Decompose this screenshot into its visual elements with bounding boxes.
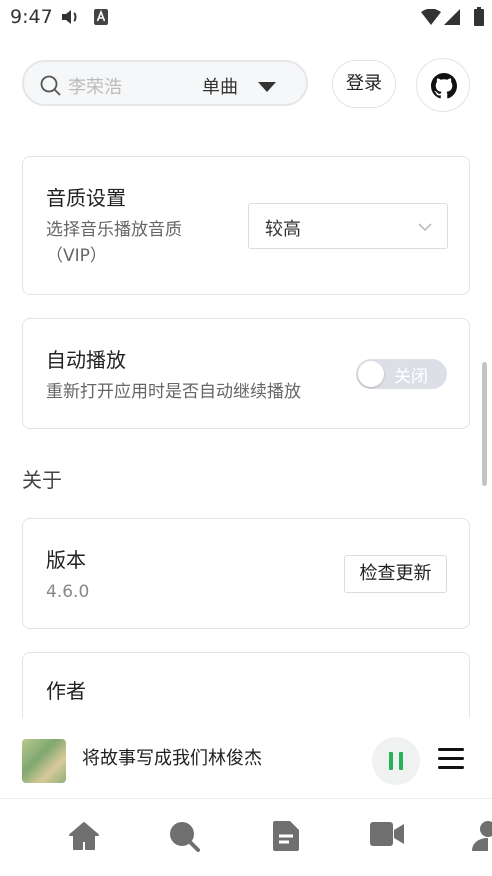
autoplay-title: 自动播放: [46, 348, 126, 372]
version-value: 4.6.0: [46, 582, 90, 602]
quality-description: 选择音乐播放音质（VIP）: [46, 220, 182, 266]
tab-home[interactable]: [68, 820, 100, 856]
pause-button[interactable]: [372, 737, 420, 785]
signal-icon: [444, 9, 460, 29]
home-icon: [69, 822, 99, 850]
playlist-button[interactable]: [438, 748, 464, 770]
search-placeholder: 李荣浩: [68, 77, 122, 98]
github-icon: [431, 73, 457, 99]
author-title: 作者: [46, 679, 86, 703]
autoplay-description: 重新打开应用时是否自动继续播放: [46, 382, 301, 402]
search-type-select[interactable]: 单曲: [202, 73, 238, 99]
keyboard-icon: [94, 9, 108, 29]
tab-search[interactable]: [168, 820, 200, 856]
pause-icon: [389, 752, 393, 770]
tab-profile[interactable]: [472, 820, 492, 856]
check-update-button[interactable]: 检查更新: [344, 555, 447, 593]
quality-select[interactable]: 较高: [248, 203, 448, 249]
about-section-label: 关于: [22, 468, 62, 492]
tab-documents[interactable]: [272, 820, 300, 856]
menu-icon: [438, 748, 464, 751]
user-icon: [472, 821, 492, 851]
song-title[interactable]: 将故事写成我们林俊杰: [82, 744, 262, 770]
quality-title: 音质设置: [46, 186, 126, 210]
album-cover[interactable]: [22, 739, 66, 783]
autoplay-toggle[interactable]: 关闭: [356, 359, 447, 389]
video-icon: [370, 822, 404, 846]
search-icon: [40, 75, 62, 101]
quality-selected-value: 较高: [265, 219, 301, 240]
document-icon: [273, 821, 299, 851]
version-title: 版本: [46, 548, 86, 572]
toggle-label: 关闭: [394, 367, 428, 387]
author-card: 作者: [22, 652, 470, 718]
autoplay-setting-card: 自动播放 重新打开应用时是否自动继续播放 关闭: [22, 318, 470, 429]
status-bar: 9:47: [0, 0, 492, 34]
scrollbar[interactable]: [482, 362, 487, 486]
header-bar: 李荣浩 单曲 登录: [22, 58, 470, 112]
search-input[interactable]: 李荣浩 单曲: [22, 60, 308, 106]
toggle-knob: [358, 361, 384, 387]
version-card: 版本 4.6.0 检查更新: [22, 518, 470, 629]
chevron-down-icon: [417, 219, 433, 238]
tab-video[interactable]: [370, 820, 404, 852]
quality-setting-card: 音质设置 选择音乐播放音质（VIP） 较高: [22, 156, 470, 295]
github-button[interactable]: [416, 58, 470, 112]
volume-icon: [62, 9, 80, 29]
search-icon: [170, 822, 200, 852]
login-button[interactable]: 登录: [332, 60, 396, 108]
chevron-down-icon[interactable]: [258, 82, 276, 92]
bottom-tab-bar: [0, 800, 492, 876]
mini-player[interactable]: 将故事写成我们林俊杰: [0, 718, 492, 799]
wifi-icon: [421, 8, 441, 29]
battery-icon: [474, 7, 484, 30]
status-time: 9:47: [10, 6, 53, 28]
